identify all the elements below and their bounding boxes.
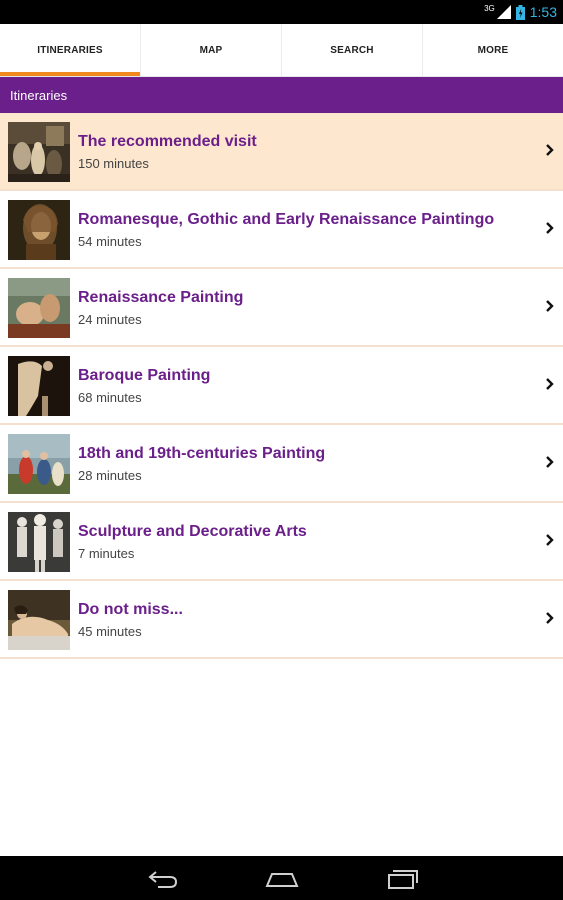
itinerary-title: Romanesque, Gothic and Early Renaissance… bbox=[78, 211, 495, 228]
itinerary-title: Baroque Painting bbox=[78, 367, 211, 384]
itinerary-list: The recommended visit 150 minutes Romane… bbox=[0, 113, 563, 659]
painting-thumbnail-icon bbox=[8, 122, 70, 182]
itinerary-row-renaissance[interactable]: Renaissance Painting 24 minutes bbox=[0, 269, 563, 347]
system-navigation-bar bbox=[0, 856, 563, 900]
itinerary-title: Renaissance Painting bbox=[78, 289, 244, 306]
itinerary-duration: 7 minutes bbox=[78, 546, 135, 561]
itinerary-thumbnail bbox=[8, 512, 70, 572]
chevron-right-icon bbox=[546, 612, 554, 624]
itinerary-row-baroque[interactable]: Baroque Painting 68 minutes bbox=[0, 347, 563, 425]
itinerary-duration: 28 minutes bbox=[78, 468, 142, 483]
itinerary-row-18th-19th[interactable]: 18th and 19th-centuries Painting 28 minu… bbox=[0, 425, 563, 503]
section-title: Itineraries bbox=[10, 87, 68, 103]
section-header: Itineraries bbox=[0, 77, 563, 113]
home-icon[interactable] bbox=[264, 866, 300, 890]
status-bar: 3G 1:53 bbox=[0, 0, 563, 24]
tab-more[interactable]: MORE bbox=[422, 24, 563, 76]
tab-itineraries[interactable]: ITINERARIES bbox=[0, 24, 140, 76]
itinerary-thumbnail bbox=[8, 590, 70, 650]
itinerary-row-do-not-miss[interactable]: Do not miss... 45 minutes bbox=[0, 581, 563, 659]
painting-thumbnail-icon bbox=[8, 434, 70, 494]
sculpture-thumbnail-icon bbox=[8, 512, 70, 572]
itinerary-thumbnail bbox=[8, 200, 70, 260]
itinerary-title: 18th and 19th-centuries Painting bbox=[78, 445, 326, 462]
status-bar-right: 3G 1:53 bbox=[484, 3, 557, 21]
network-type: 3G bbox=[484, 3, 495, 13]
painting-thumbnail-icon bbox=[8, 278, 70, 338]
itinerary-thumbnail bbox=[8, 434, 70, 494]
painting-thumbnail-icon bbox=[8, 356, 70, 416]
itinerary-row-sculpture[interactable]: Sculpture and Decorative Arts 7 minutes bbox=[0, 503, 563, 581]
tab-search[interactable]: SEARCH bbox=[281, 24, 422, 76]
tab-bar: ITINERARIES MAP SEARCH MORE bbox=[0, 24, 563, 77]
itinerary-title: Do not miss... bbox=[78, 601, 183, 618]
itinerary-thumbnail bbox=[8, 278, 70, 338]
itinerary-duration: 54 minutes bbox=[78, 234, 142, 249]
itinerary-thumbnail bbox=[8, 122, 70, 182]
painting-thumbnail-icon bbox=[8, 590, 70, 650]
chevron-right-icon bbox=[546, 534, 554, 546]
chevron-right-icon bbox=[546, 222, 554, 234]
itinerary-row-recommended-visit[interactable]: The recommended visit 150 minutes bbox=[0, 113, 563, 191]
itinerary-duration: 150 minutes bbox=[78, 156, 149, 171]
itinerary-row-romanesque[interactable]: Romanesque, Gothic and Early Renaissance… bbox=[0, 191, 563, 269]
chevron-right-icon bbox=[546, 456, 554, 468]
chevron-right-icon bbox=[546, 144, 554, 156]
battery-icon bbox=[515, 4, 525, 20]
signal-icon bbox=[496, 5, 511, 19]
tab-map[interactable]: MAP bbox=[140, 24, 281, 76]
chevron-right-icon bbox=[546, 300, 554, 312]
itinerary-duration: 68 minutes bbox=[78, 390, 142, 405]
itinerary-title: Sculpture and Decorative Arts bbox=[78, 523, 307, 540]
painting-thumbnail-icon bbox=[8, 200, 70, 260]
recent-apps-icon[interactable] bbox=[385, 866, 419, 890]
itinerary-thumbnail bbox=[8, 356, 70, 416]
itinerary-duration: 24 minutes bbox=[78, 312, 142, 327]
itinerary-duration: 45 minutes bbox=[78, 624, 142, 639]
chevron-right-icon bbox=[546, 378, 554, 390]
itinerary-title: The recommended visit bbox=[78, 133, 257, 150]
clock: 1:53 bbox=[529, 4, 557, 20]
back-icon[interactable] bbox=[146, 866, 180, 890]
